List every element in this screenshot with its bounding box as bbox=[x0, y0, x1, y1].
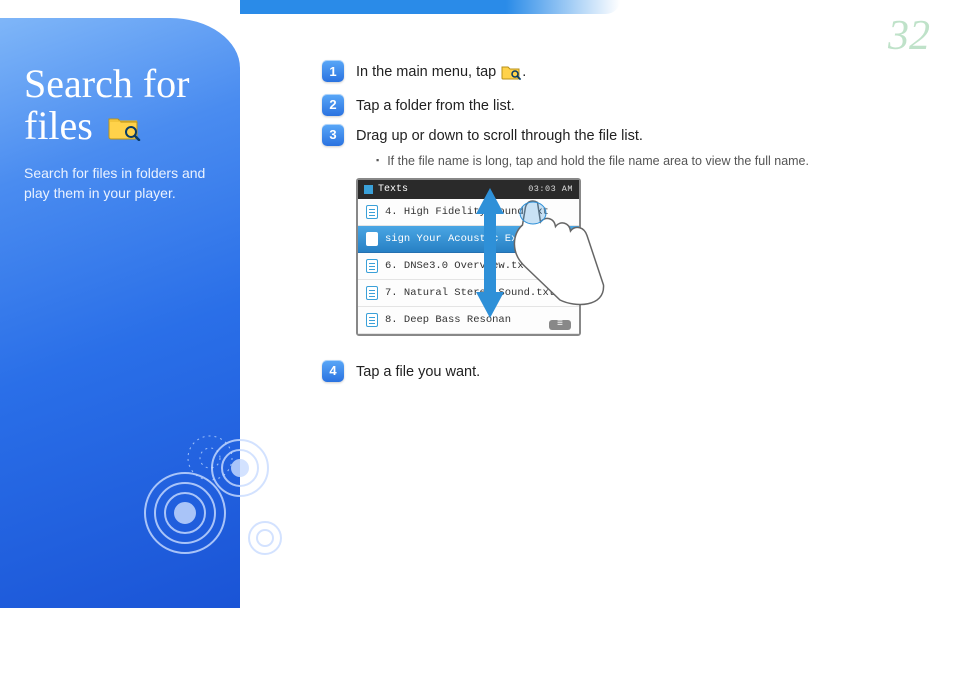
step-3: 3 Drag up or down to scroll through the … bbox=[322, 124, 912, 146]
step-badge-2: 2 bbox=[322, 94, 344, 116]
file-icon bbox=[366, 313, 378, 327]
sidebar: Search for files Search for files in fol… bbox=[0, 18, 240, 608]
step-1-pre: In the main menu, tap bbox=[356, 64, 500, 80]
file-row: 7. Natural Stereo Sound.txt bbox=[358, 280, 579, 307]
file-icon bbox=[366, 286, 378, 300]
file-name: 7. Natural Stereo Sound.txt bbox=[385, 287, 555, 299]
header-square-icon bbox=[364, 185, 373, 194]
step-4: 4 Tap a file you want. bbox=[322, 360, 912, 382]
device-header: Texts 03:03 AM bbox=[358, 180, 579, 199]
file-name: 4. High Fidelity Sound.txt bbox=[385, 206, 549, 218]
file-row: 4. High Fidelity Sound.txt bbox=[358, 199, 579, 226]
step-3-note: If the file name is long, tap and hold t… bbox=[376, 154, 912, 168]
step-badge-4: 4 bbox=[322, 360, 344, 382]
folder-search-icon bbox=[107, 107, 141, 149]
file-icon bbox=[366, 259, 378, 273]
device-header-title: Texts bbox=[378, 184, 408, 195]
step-1-text: In the main menu, tap . bbox=[356, 60, 526, 86]
device-screenshot: Texts 03:03 AM 4. High Fidelity Sound.tx… bbox=[356, 178, 581, 336]
content: 1 In the main menu, tap . 2 Tap a folder… bbox=[322, 60, 912, 390]
file-name: sign Your Acoustic Experience bbox=[385, 233, 568, 245]
file-row-selected: sign Your Acoustic Experience bbox=[358, 226, 579, 253]
step-4-text: Tap a file you want. bbox=[356, 360, 480, 382]
page-title: Search for files bbox=[24, 63, 216, 149]
step-badge-3: 3 bbox=[322, 124, 344, 146]
step-1-post: . bbox=[522, 64, 526, 80]
file-name: 6. DNSe3.0 Overview.txt bbox=[385, 260, 530, 272]
file-row: 8. Deep Bass Resonan bbox=[358, 307, 579, 334]
step-2: 2 Tap a folder from the list. bbox=[322, 94, 912, 116]
step-badge-1: 1 bbox=[322, 60, 344, 82]
step-1: 1 In the main menu, tap . bbox=[322, 60, 912, 86]
folder-search-small-icon bbox=[501, 64, 521, 86]
drag-handle-icon bbox=[549, 320, 571, 330]
top-ribbon bbox=[240, 0, 620, 14]
title-line-2: files bbox=[24, 103, 93, 148]
page-number: 32 bbox=[888, 12, 930, 60]
title-line-1: Search for bbox=[24, 61, 189, 106]
sidebar-subtitle: Search for files in folders and play the… bbox=[24, 163, 216, 204]
step-3-text: Drag up or down to scroll through the fi… bbox=[356, 124, 643, 146]
file-name: 8. Deep Bass Resonan bbox=[385, 314, 511, 326]
decorative-rings-icon bbox=[130, 418, 300, 588]
device-header-time: 03:03 AM bbox=[528, 184, 573, 194]
file-icon bbox=[366, 232, 378, 246]
step-2-text: Tap a folder from the list. bbox=[356, 94, 515, 116]
file-row: 6. DNSe3.0 Overview.txt bbox=[358, 253, 579, 280]
file-icon bbox=[366, 205, 378, 219]
